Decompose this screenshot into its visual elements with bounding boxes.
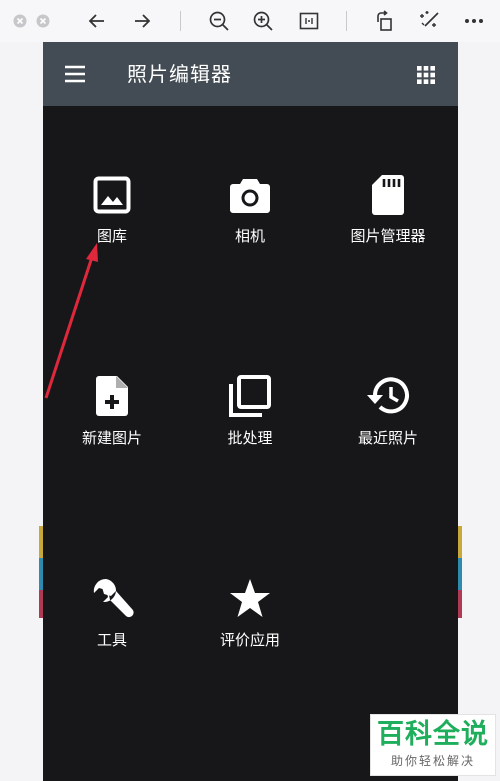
forward-arrow-icon[interactable] [129, 6, 155, 36]
tile-camera[interactable]: 相机 [181, 172, 319, 292]
tile-label: 相机 [234, 227, 265, 245]
watermark-logo: 百科全说 助你轻松解决 [370, 714, 496, 776]
more-icon[interactable] [461, 6, 487, 36]
tile-label: 图库 [96, 227, 127, 245]
toolbar-divider [180, 11, 181, 31]
watermark-title: 百科全说 [377, 719, 489, 750]
page-margin-left [0, 42, 43, 781]
zoom-out-icon[interactable] [206, 6, 232, 36]
app-bar: 照片编辑器 [43, 42, 458, 106]
back-arrow-icon[interactable] [84, 6, 110, 36]
minimize-dot-icon[interactable] [34, 6, 52, 36]
tile-label: 批处理 [227, 429, 273, 447]
toolbar-divider [346, 11, 347, 31]
tile-label: 评价应用 [219, 631, 280, 649]
tile-photo-manager[interactable]: 图片管理器 [319, 172, 457, 292]
app-title: 照片编辑器 [127, 62, 232, 86]
zoom-in-icon[interactable] [250, 6, 276, 36]
camera-icon [229, 176, 271, 218]
tile-label: 新建图片 [81, 429, 142, 447]
close-dot-icon[interactable] [11, 6, 29, 36]
tile-rate-app[interactable]: 评价应用 [181, 576, 319, 696]
watermark-subtitle: 助你轻松解决 [390, 754, 475, 768]
tile-label: 工具 [96, 631, 127, 649]
page-margin-right [458, 42, 500, 781]
sd-card-icon [371, 174, 405, 220]
image-icon [93, 176, 131, 218]
tile-label: 图片管理器 [350, 227, 426, 245]
new-file-icon [95, 375, 129, 421]
magic-wand-icon[interactable] [417, 6, 443, 36]
tile-gallery[interactable]: 图库 [43, 172, 181, 292]
history-icon [366, 376, 410, 420]
grid-view-icon[interactable] [417, 66, 435, 84]
tile-new-image[interactable]: 新建图片 [43, 374, 181, 494]
rotate-icon[interactable] [372, 6, 398, 36]
tile-batch[interactable]: 批处理 [181, 374, 319, 494]
app-screen: 照片编辑器 图库 相机 图片管理器 新建图片 批处理 最近照片 工具 评价应用 [43, 42, 458, 781]
tile-tools[interactable]: 工具 [43, 576, 181, 696]
fit-actual-size-icon[interactable] [296, 6, 322, 36]
menu-icon[interactable] [63, 62, 87, 86]
viewer-toolbar [0, 0, 500, 42]
tile-recent-photos[interactable]: 最近照片 [319, 374, 457, 494]
batch-layers-icon [228, 374, 272, 422]
wrench-icon [89, 576, 135, 626]
tile-label: 最近照片 [357, 429, 418, 447]
star-icon [229, 578, 271, 622]
